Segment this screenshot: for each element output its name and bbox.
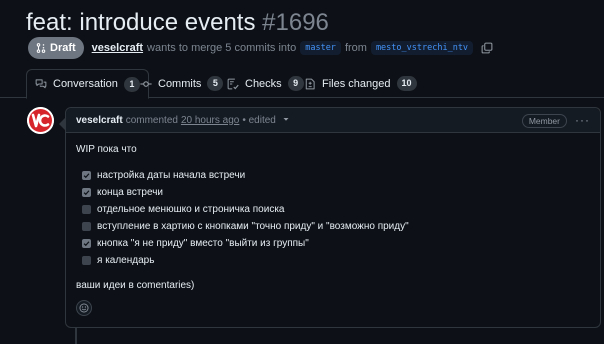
git-pull-request-draft-icon — [36, 43, 46, 53]
draft-label: Draft — [50, 42, 76, 54]
tab-conversation[interactable]: Conversation 1 — [26, 69, 149, 99]
pr-tabs: Conversation 1 Commits 5 Checks 9 Files … — [0, 69, 604, 99]
task-item: вступление в хартию с кнопками "точно пр… — [82, 218, 409, 235]
tab-files-changed-count: 10 — [396, 76, 417, 91]
task-checkbox[interactable] — [82, 222, 91, 231]
pr-meta: Draft veselcraft wants to merge 5 commit… — [28, 37, 493, 59]
task-item: я календарь — [82, 252, 409, 269]
file-diff-icon — [305, 78, 315, 89]
add-reaction-button[interactable] — [76, 300, 92, 316]
comment-edited-menu[interactable]: • edited — [242, 115, 289, 126]
pr-number: #1696 — [262, 9, 329, 36]
comment-discussion-icon — [35, 79, 47, 89]
pr-meta-text: wants to merge 5 commits into — [147, 42, 297, 54]
task-item: кнопка "я не приду" вместо "выйти из гру… — [82, 235, 409, 252]
task-checkbox[interactable] — [82, 171, 91, 180]
smiley-icon — [79, 303, 89, 313]
tab-conversation-count: 1 — [123, 76, 140, 92]
from-text: from — [344, 42, 367, 54]
git-commit-icon — [140, 80, 152, 87]
tab-checks-label: Checks — [245, 77, 282, 90]
comment-intro: WIP пока что — [76, 144, 137, 155]
tab-checks-count: 9 — [287, 76, 304, 91]
comment-action: commented — [125, 114, 178, 126]
task-label: кнопка "я не приду" вместо "выйти из гру… — [97, 238, 309, 249]
tab-commits-count: 5 — [207, 76, 224, 91]
member-badge: Member — [521, 114, 567, 128]
task-list: настройка даты начала встречи конца встре… — [82, 167, 409, 269]
comment-author-link[interactable]: veselcraft — [76, 115, 123, 126]
task-label: вступление в хартию с кнопками "точно пр… — [97, 221, 409, 232]
task-item: отдельное менюшко и строничка поиска — [82, 201, 409, 218]
avatar-logo-icon — [27, 107, 54, 134]
comment-outro: ваши идеи в comentaries) — [76, 280, 195, 291]
tab-commits-label: Commits — [158, 77, 202, 90]
head-branch[interactable]: mesto_vstrechi_ntv — [370, 41, 474, 55]
tab-files-changed-label: Files changed — [322, 77, 391, 90]
comment-edited-label: • edited — [242, 114, 276, 126]
tab-conversation-label: Conversation — [53, 78, 118, 90]
draft-badge: Draft — [28, 37, 84, 59]
tab-files-changed[interactable]: Files changed 10 — [304, 69, 417, 98]
timeline-line — [75, 328, 77, 344]
copy-icon[interactable] — [481, 42, 493, 54]
tab-commits[interactable]: Commits 5 — [140, 69, 224, 98]
task-checkbox[interactable] — [82, 256, 91, 265]
avatar[interactable] — [27, 107, 54, 134]
task-checkbox[interactable] — [82, 239, 91, 248]
task-label: настройка даты начала встречи — [97, 170, 246, 181]
task-checkbox[interactable] — [82, 188, 91, 197]
triangle-down-icon — [283, 117, 289, 121]
task-label: конца встречи — [97, 187, 164, 198]
comment-header: veselcraft commented 20 hours ago • edit… — [66, 108, 600, 133]
task-checkbox[interactable] — [82, 205, 91, 214]
checklist-icon — [227, 78, 239, 89]
task-label: я календарь — [97, 255, 155, 266]
task-item: настройка даты начала встречи — [82, 167, 409, 184]
task-label: отдельное менюшко и строничка поиска — [97, 204, 285, 215]
task-item: конца встречи — [82, 184, 409, 201]
comment-card: veselcraft commented 20 hours ago • edit… — [59, 107, 601, 328]
pr-title: feat: introduce events #1696 — [26, 8, 329, 38]
tab-checks[interactable]: Checks 9 — [227, 69, 304, 98]
pr-title-text: feat: introduce events — [26, 9, 256, 36]
base-branch[interactable]: master — [300, 41, 341, 55]
kebab-horizontal-icon[interactable]: ··· — [575, 113, 590, 127]
comment-timestamp-link[interactable]: 20 hours ago — [181, 115, 239, 126]
pr-author-link[interactable]: veselcraft — [92, 42, 143, 54]
